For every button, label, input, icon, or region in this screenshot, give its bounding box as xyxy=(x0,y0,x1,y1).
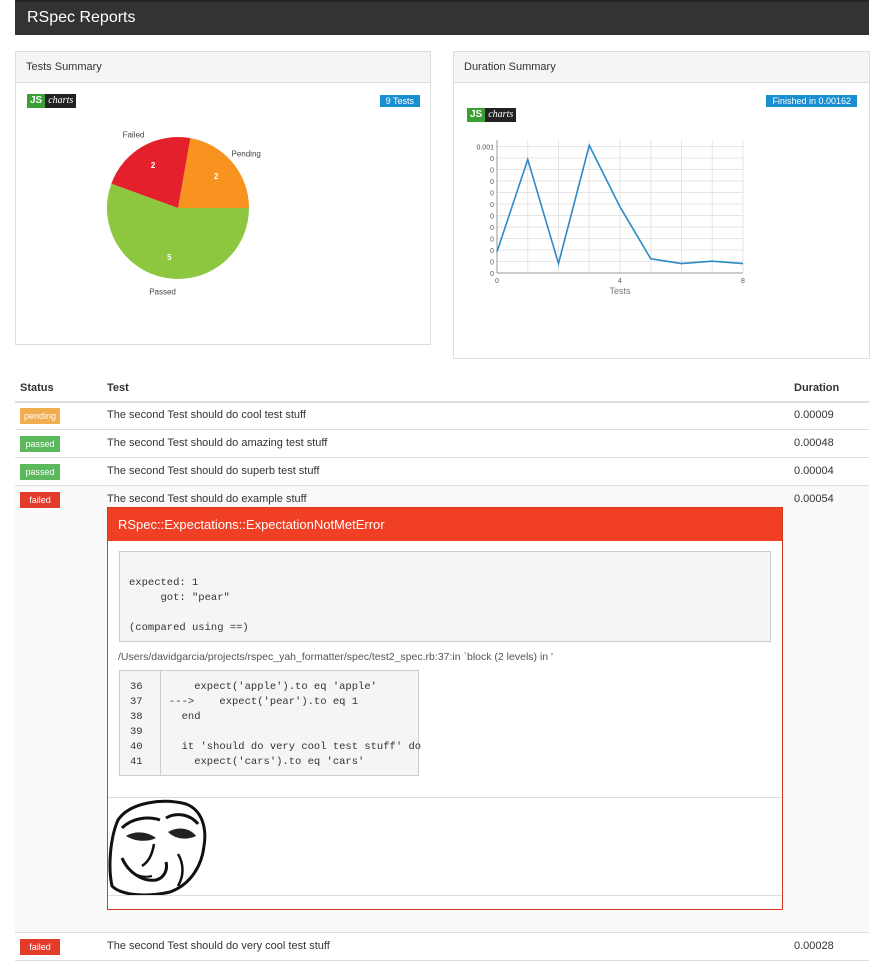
y-tick-label: 0 xyxy=(490,179,494,186)
pie-value-label: 2 xyxy=(214,172,219,181)
finished-in-badge: Finished in 0.00162 xyxy=(766,95,857,107)
table-row: failed The second Test should do very co… xyxy=(15,933,869,961)
y-tick-label: 0 xyxy=(490,202,494,209)
error-details-panel: RSpec::Expectations::ExpectationNotMetEr… xyxy=(107,507,783,910)
status-badge: passed xyxy=(20,464,60,480)
test-column-header: Test xyxy=(107,382,129,394)
pie-value-label: 2 xyxy=(151,161,156,170)
x-tick-label: 4 xyxy=(618,278,622,285)
jscharts-logo: JS charts xyxy=(467,108,517,122)
duration-column-header: Duration xyxy=(794,382,840,394)
code-lines: expect('apple').to eq 'apple' ---> expec… xyxy=(169,681,422,768)
y-tick-label: 0 xyxy=(490,260,494,267)
status-badge: pending xyxy=(20,408,60,424)
code-snippet: 36 37 38 39 40 41 expect('apple').to eq … xyxy=(119,670,422,776)
jscharts-logo-js: JS xyxy=(467,108,486,122)
y-tick-label: 0 xyxy=(490,214,494,221)
screenshot-area xyxy=(108,797,782,896)
y-tick-label: 0 xyxy=(490,191,494,198)
x-tick-label: 0 xyxy=(495,278,499,285)
y-tick-label: 0.001 xyxy=(476,145,494,152)
test-duration: 0.00048 xyxy=(794,437,834,449)
status-badge: passed xyxy=(20,436,60,452)
x-tick-label: 8 xyxy=(741,278,745,285)
status-badge: failed xyxy=(20,939,60,955)
top-navbar: RSpec Reports xyxy=(15,0,869,35)
error-title: RSpec::Expectations::ExpectationNotMetEr… xyxy=(108,508,782,541)
y-tick-label: 0 xyxy=(490,168,494,175)
table-row: passed The second Test should do amazing… xyxy=(15,430,869,458)
table-row: passed The second Test should do superb … xyxy=(15,458,869,486)
test-name: The second Test should do amazing test s… xyxy=(107,437,328,449)
pie-category-label: Failed xyxy=(123,130,145,139)
tests-summary-panel: Tests Summary JS charts 9 Tests 2 Pending… xyxy=(15,51,431,345)
error-message: expected: 1 got: "pear" (compared using … xyxy=(119,551,771,642)
test-duration: 0.00054 xyxy=(794,493,834,505)
troll-face-icon xyxy=(108,799,207,895)
test-duration: 0.00028 xyxy=(794,940,834,952)
test-duration: 0.00004 xyxy=(794,465,834,477)
y-tick-label: 0 xyxy=(490,271,494,278)
duration-summary-panel: Duration Summary Finished in 0.00162 JS … xyxy=(453,51,870,359)
y-tick-label: 0 xyxy=(490,237,494,244)
y-tick-label: 0 xyxy=(490,225,494,232)
pie-value-label: 5 xyxy=(167,253,172,262)
pie-category-label: Pending xyxy=(231,149,260,158)
x-axis-label: Tests xyxy=(609,286,631,296)
results-table-header: Status Test Duration xyxy=(15,376,869,403)
test-name: The second Test should do superb test st… xyxy=(107,465,320,477)
duration-summary-title: Duration Summary xyxy=(454,52,869,83)
test-duration: 0.00009 xyxy=(794,409,834,421)
tests-pie-chart: 2 Pending 2 Failed 5 Passed xyxy=(106,130,261,297)
test-name: The second Test should do very cool test… xyxy=(107,940,330,952)
table-row: pending The second Test should do cool t… xyxy=(15,402,869,430)
code-line-numbers: 36 37 38 39 40 41 xyxy=(120,671,161,775)
duration-line-chart: 000000000000.0010.001048Tests xyxy=(476,140,745,296)
tests-summary-title: Tests Summary xyxy=(16,52,430,83)
y-tick-label: 0 xyxy=(490,156,494,163)
app-title[interactable]: RSpec Reports xyxy=(27,9,136,27)
jscharts-logo-charts: charts xyxy=(485,108,517,122)
error-backtrace-path: /Users/davidgarcia/projects/rspec_yah_fo… xyxy=(118,651,554,663)
test-name: The second Test should do example stuff xyxy=(107,493,307,505)
status-column-header: Status xyxy=(20,382,54,394)
status-badge: failed xyxy=(20,492,60,508)
pie-category-label: Passed xyxy=(149,288,176,297)
test-name: The second Test should do cool test stuf… xyxy=(107,409,306,421)
y-tick-label: 0 xyxy=(490,248,494,255)
